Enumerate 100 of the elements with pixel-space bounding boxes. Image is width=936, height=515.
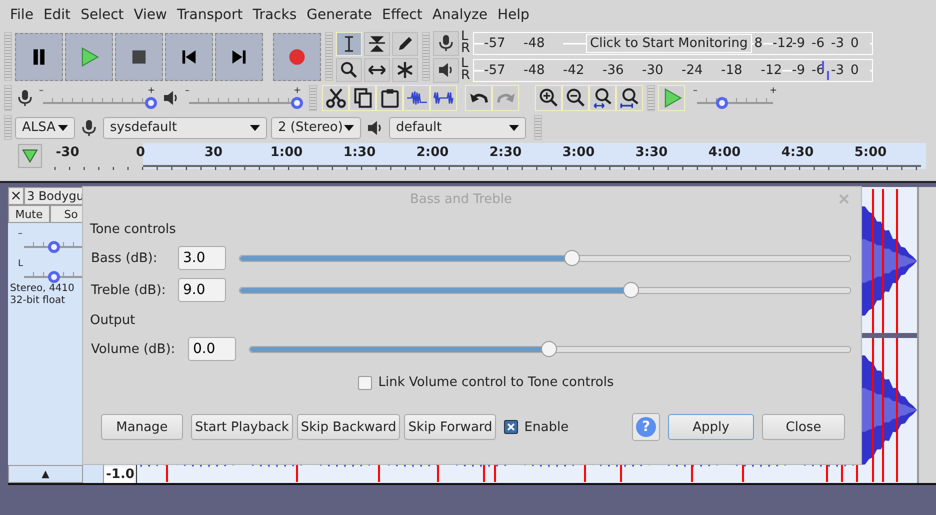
time-label: 1:00: [269, 144, 304, 160]
copy-button[interactable]: [349, 85, 376, 111]
meter-scale-label: -3: [831, 62, 850, 78]
tool-button[interactable]: [364, 32, 390, 56]
menu-item[interactable]: Effect: [377, 7, 428, 23]
dialog-button[interactable]: Skip Backward: [296, 414, 400, 440]
menu-item[interactable]: Edit: [38, 7, 76, 23]
time-label: 4:00: [707, 144, 742, 160]
tool-button[interactable]: [392, 58, 418, 82]
menu-item[interactable]: Select: [76, 7, 129, 23]
track-button[interactable]: Mute: [8, 205, 50, 223]
toolbar-grip[interactable]: [4, 115, 12, 140]
pause-button[interactable]: [15, 32, 63, 80]
toolbar-grip[interactable]: [4, 85, 12, 111]
time-label: 3:00: [561, 144, 596, 160]
fit-project-button[interactable]: [616, 85, 643, 111]
menu-item[interactable]: File: [5, 7, 38, 23]
play-at-speed-button[interactable]: [658, 85, 685, 111]
number-field[interactable]: 9.0: [178, 278, 226, 302]
menu-item[interactable]: View: [128, 7, 172, 23]
menu-item[interactable]: Transport: [172, 7, 248, 23]
caret-icon: [250, 124, 260, 130]
slider[interactable]: [249, 341, 851, 357]
dialog-button[interactable]: Start Playback: [191, 414, 293, 440]
toolbar-grip[interactable]: [325, 32, 333, 81]
tool-button[interactable]: [364, 58, 390, 82]
checkbox-label[interactable]: Enable: [524, 420, 569, 434]
meter-scale-label: -48: [524, 36, 563, 50]
tool-button[interactable]: [336, 58, 362, 82]
clipboard-icon: [378, 87, 400, 109]
envelope-icon: [367, 34, 387, 54]
timeline-play-button[interactable]: [18, 144, 42, 168]
stop-button[interactable]: [115, 32, 163, 80]
number-field[interactable]: 0.0: [188, 337, 236, 361]
skip-start-button[interactable]: [165, 32, 213, 80]
toolbar-grip[interactable]: [647, 85, 655, 111]
collapse-button[interactable]: ▲: [8, 465, 83, 483]
fit-selection-button[interactable]: [589, 85, 616, 111]
caret-icon: [344, 124, 354, 130]
dialog-button[interactable]: Close: [762, 414, 845, 440]
scissors-button[interactable]: [322, 85, 349, 111]
zoom-in-icon: [538, 87, 560, 109]
zoom-fit-icon: [592, 87, 614, 109]
meter-scale-label: -57: [484, 62, 524, 78]
meter-button[interactable]: [433, 58, 459, 82]
checkbox[interactable]: [504, 420, 518, 434]
plus-label: +: [769, 87, 777, 95]
copy-icon: [352, 87, 374, 109]
toolbar-grip[interactable]: [422, 32, 430, 81]
menu-item[interactable]: Help: [492, 7, 534, 23]
meter-scale-label: -3: [831, 36, 850, 50]
time-label: 0: [134, 144, 146, 160]
meter-scale-label: -30: [642, 62, 682, 78]
trim-button[interactable]: [403, 85, 430, 111]
menu-item[interactable]: Generate: [302, 7, 378, 23]
dropdown[interactable]: 2 (Stereo): [271, 116, 361, 138]
field-label: Treble (dB):: [91, 282, 167, 298]
field-label: Volume (dB):: [91, 342, 176, 356]
meter-scale-label: -6: [812, 36, 831, 50]
checkbox[interactable]: [358, 376, 372, 390]
dialog-button[interactable]: Skip Forward: [404, 414, 496, 440]
toolbar-grip[interactable]: [534, 115, 542, 140]
zoom-out-icon: [564, 87, 586, 109]
slider[interactable]: [239, 250, 851, 266]
number-field[interactable]: 3.0: [178, 246, 226, 270]
menu-item[interactable]: Analyze: [427, 7, 492, 23]
meter-button[interactable]: [433, 30, 459, 56]
dialog-button[interactable]: Apply: [668, 414, 754, 440]
slider[interactable]: [239, 282, 851, 298]
scale-label: -1.0: [104, 467, 134, 483]
close-button[interactable]: ×: [8, 187, 24, 205]
dropdown[interactable]: sysdefault: [103, 116, 267, 138]
toolbar-grip[interactable]: [4, 32, 12, 81]
dropdown[interactable]: ALSA: [15, 116, 75, 138]
section-heading: Output: [90, 312, 136, 329]
caret-icon: [509, 124, 519, 130]
channel-label: R: [461, 70, 472, 82]
meter-scale-label: 0: [850, 36, 870, 50]
caret-icon: [58, 124, 68, 130]
meter-scale-label: -57: [484, 36, 524, 50]
skip-end-button[interactable]: [215, 32, 263, 80]
microphone-icon: [79, 118, 99, 138]
tool-button[interactable]: [392, 32, 418, 56]
zoom-out-button[interactable]: [562, 85, 589, 111]
monitor-tooltip: Click to Start Monitoring: [586, 34, 752, 52]
zoom-in-button[interactable]: [535, 85, 562, 111]
meter-scale-label: -9: [792, 62, 812, 78]
silence-button[interactable]: [430, 85, 457, 111]
toolbar-grip[interactable]: [309, 85, 317, 111]
meter-scale-label: -36: [602, 62, 642, 78]
dropdown[interactable]: default: [389, 116, 526, 138]
minus-label: –: [39, 87, 44, 95]
triangle-icon: [22, 148, 38, 162]
dialog-button[interactable]: Manage: [101, 414, 183, 440]
meter-scale-label: -18: [721, 62, 760, 78]
paste-button[interactable]: [376, 85, 403, 111]
level-meter[interactable]: -57 -48 Click to Start Monitoring 8 -12-9 -6 -3 0: [473, 32, 873, 54]
checkbox-label[interactable]: Link Volume control to Tone controls: [378, 375, 614, 390]
undo-button[interactable]: [465, 85, 492, 111]
menu-item[interactable]: Tracks: [248, 7, 302, 23]
